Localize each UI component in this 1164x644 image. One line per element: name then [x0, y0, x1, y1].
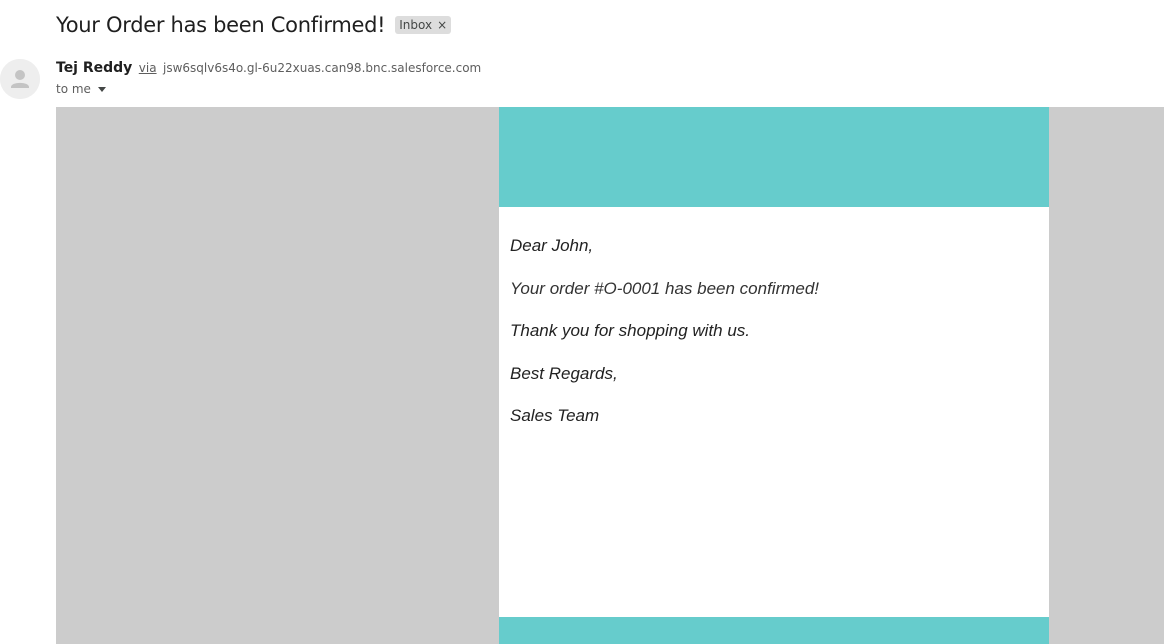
recipient-text: to me [56, 82, 91, 96]
sender-domain: jsw6sqlv6s4o.gl-6u22xuas.can98.bnc.sales… [163, 61, 482, 75]
greeting: Dear John, [510, 236, 594, 255]
close-icon[interactable]: × [437, 18, 447, 32]
sender-line: Tej Reddy via jsw6sqlv6s4o.gl-6u22xuas.c… [56, 60, 481, 76]
signature: Sales Team [510, 406, 600, 425]
caret-down-icon[interactable] [97, 87, 106, 92]
subject-row: Your Order has been Confirmed! Inbox × [56, 10, 452, 40]
sender-avatar-icon[interactable] [0, 59, 40, 99]
sender-name[interactable]: Tej Reddy [56, 60, 132, 76]
recipient-toggle[interactable]: to me [56, 82, 106, 96]
via-link[interactable]: via [139, 61, 157, 75]
confirmation-line: Your order #O-0001 has been confirmed! [510, 278, 820, 298]
label-text: Inbox [399, 18, 433, 32]
footer-banner [499, 617, 1049, 644]
email-content-area: Dear John, Your order #O-0001 has been c… [56, 107, 1164, 644]
email-card: Dear John, Your order #O-0001 has been c… [499, 107, 1049, 644]
thank-you-line: Thank you for shopping with us. [510, 321, 751, 340]
inbox-label-chip[interactable]: Inbox × [395, 16, 452, 34]
email-subject: Your Order has been Confirmed! [56, 13, 386, 37]
signoff: Best Regards, [510, 363, 618, 383]
header-banner [499, 107, 1049, 207]
email-body: Dear John, Your order #O-0001 has been c… [510, 235, 819, 448]
person-icon [0, 59, 40, 99]
